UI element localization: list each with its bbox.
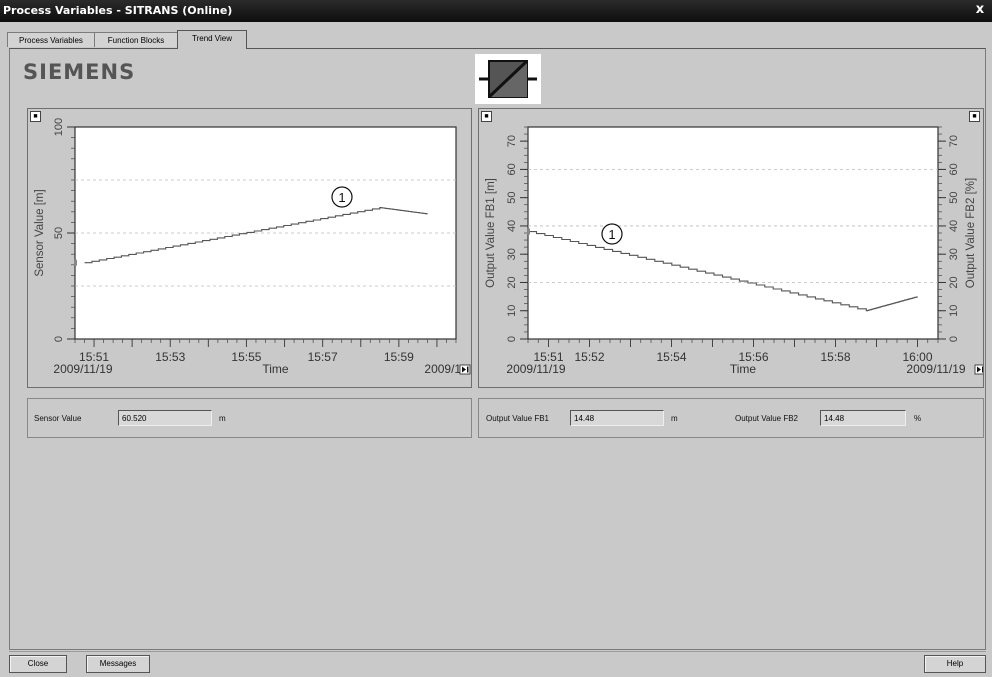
output-trend-panel: 0 0 10 10 20 20 30 30 40 40 50 50 60 60 70 70 Output Val…: [478, 108, 984, 388]
y-tick-label: 0: [53, 336, 65, 342]
tab-process-variables[interactable]: Process Variables: [7, 32, 95, 47]
y-right-tick-label: 40: [948, 220, 960, 232]
cursor-marker: [527, 228, 530, 235]
sensor-trend-panel: 0 50 100 Sensor Value [m] 15:51 15:53 15:55 15:…: [27, 108, 472, 388]
y-right-tick-label: 0: [948, 336, 960, 342]
y-tick-label: 50: [506, 192, 518, 204]
close-button[interactable]: Close: [9, 655, 67, 673]
callout-number: 1: [608, 227, 615, 242]
x-tick-label: 15:52: [574, 350, 604, 364]
x-tick-label: 15:53: [155, 350, 185, 364]
sensor-value-unit: m: [219, 414, 226, 423]
output-trend-chart: 0 0 10 10 20 20 30 30 40 40 50 50 60 60 70 70 Output Val…: [485, 126, 983, 376]
sensor-value-bar: Sensor Value 60.520 m: [27, 398, 472, 438]
sensor-value-label: Sensor Value: [34, 414, 82, 423]
x-tick-label: 15:54: [656, 350, 686, 364]
fb1-value-unit: m: [671, 414, 678, 423]
plot-area: [527, 126, 939, 340]
y-tick-label: 50: [53, 227, 65, 239]
pin-icon[interactable]: ■: [969, 111, 980, 122]
x-tick-label: 15:55: [231, 350, 261, 364]
y-tick-label: 40: [506, 220, 518, 232]
pin-icon[interactable]: ■: [481, 111, 492, 122]
y-right-tick-label: 70: [948, 135, 960, 147]
cursor-marker: [74, 259, 77, 266]
x-axis-label: Time: [730, 362, 757, 376]
y-right-tick-label: 60: [948, 163, 960, 175]
date-left-label: 2009/11/19: [53, 362, 112, 376]
fb1-value-label: Output Value FB1: [486, 414, 549, 423]
y-right-tick-label: 30: [948, 248, 960, 260]
messages-button[interactable]: Messages: [86, 655, 150, 673]
callout-number: 1: [338, 190, 345, 205]
sensor-value-field[interactable]: 60.520: [118, 410, 212, 426]
sensor-trend-chart: 050100Sensor Value [m]15:51 15:53 15:55 15:…: [34, 118, 471, 376]
y-right-tick-label: 10: [948, 305, 960, 317]
siemens-logo: SIEMENS: [23, 60, 136, 84]
plot-area: [74, 126, 457, 340]
fb1-value-field[interactable]: 14.48: [570, 410, 664, 426]
y-tick-label: 10: [506, 305, 518, 317]
tab-function-blocks[interactable]: Function Blocks: [94, 32, 178, 47]
y-right-tick-label: 20: [948, 276, 960, 288]
y-tick-label: 30: [506, 248, 518, 260]
title-bar: Process Variables - SITRANS (Online) x: [0, 0, 992, 22]
y-right-tick-label: 50: [948, 192, 960, 204]
y-tick-label: 60: [506, 163, 518, 175]
fb2-value-field[interactable]: 14.48: [820, 410, 906, 426]
x-tick-label: 15:57: [308, 350, 338, 364]
window-title: Process Variables - SITRANS (Online): [3, 4, 233, 17]
x-tick-label: 15:59: [384, 350, 414, 364]
pin-icon[interactable]: ■: [30, 111, 41, 122]
x-tick-label: 15:58: [820, 350, 850, 364]
y-right-axis-label: Output Value FB2 [%]: [965, 178, 977, 288]
y-axis-label: Output Value FB1 [m]: [485, 178, 497, 288]
fb2-value-label: Output Value FB2: [735, 414, 798, 423]
date-left-label: 2009/11/19: [506, 362, 565, 376]
footer-separator: [9, 651, 986, 652]
y-tick-label: 20: [506, 276, 518, 288]
y-axis-label: Sensor Value [m]: [34, 189, 46, 276]
help-button[interactable]: Help: [924, 655, 986, 673]
y-tick-label: 70: [506, 135, 518, 147]
close-window-icon[interactable]: x: [972, 1, 988, 19]
y-tick-label: 0: [506, 336, 518, 342]
output-value-bar: Output Value FB1 14.48 m Output Value FB…: [478, 398, 984, 438]
y-tick-label: 100: [53, 118, 65, 136]
transmitter-icon: [475, 54, 541, 104]
x-axis-label: Time: [262, 362, 289, 376]
tab-trend-view[interactable]: Trend View: [177, 30, 247, 49]
date-right-label: 2009/11/19: [906, 362, 965, 376]
fb2-value-unit: %: [914, 414, 922, 423]
